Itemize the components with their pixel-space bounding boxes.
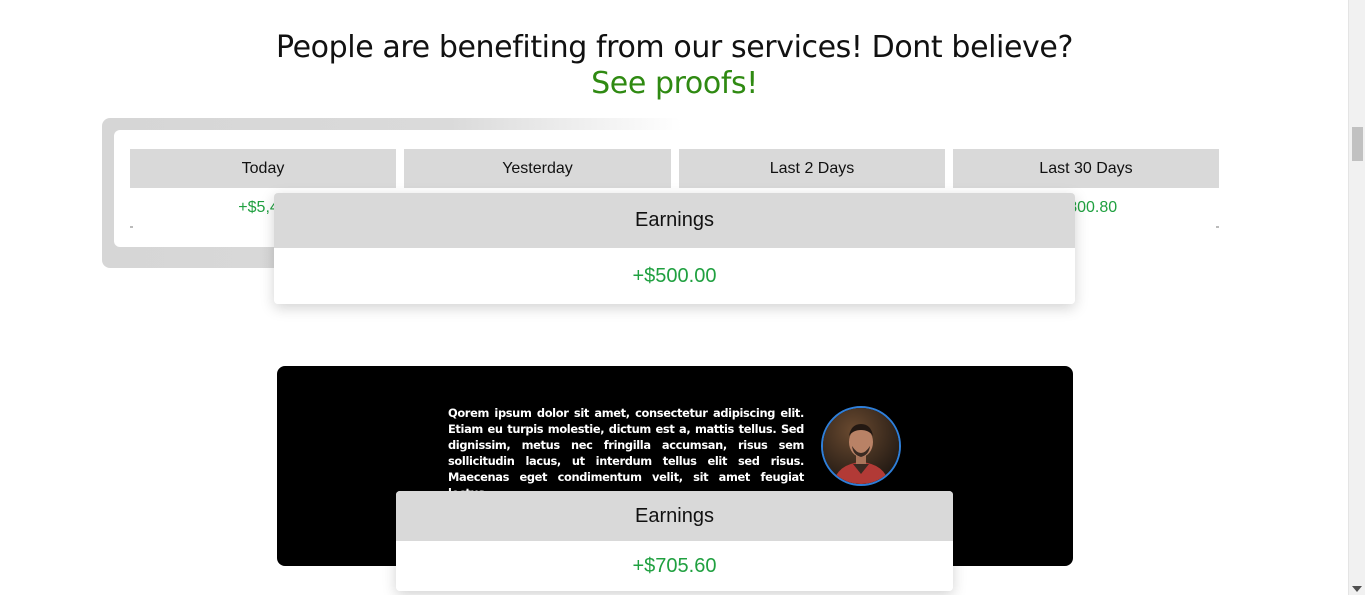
earnings-card-2: Earnings +$705.60: [396, 491, 953, 591]
earnings-card-2-value: +$705.60: [396, 541, 953, 591]
earnings-card-2-label: Earnings: [396, 491, 953, 541]
stats-corner-mark: [130, 226, 133, 228]
stats-header-last-2-days: Last 2 Days: [679, 149, 945, 188]
stats-header-last-30-days: Last 30 Days: [953, 149, 1219, 188]
stats-header-yesterday: Yesterday: [404, 149, 671, 188]
earnings-card-1: Earnings +$500.00: [274, 193, 1075, 304]
earnings-card-1-value: +$500.00: [274, 248, 1075, 304]
testimonial-avatar: [821, 406, 901, 486]
stats-corner-mark: [1216, 226, 1219, 228]
earnings-card-1-label: Earnings: [274, 193, 1075, 248]
page: People are benefiting from our services!…: [0, 0, 1365, 595]
heading-line-1: People are benefiting from our services!…: [276, 30, 1073, 65]
scroll-down-arrow-icon[interactable]: [1352, 586, 1362, 592]
testimonial-text: Qorem ipsum dolor sit amet, consectetur …: [448, 406, 804, 500]
section-heading: People are benefiting from our services!…: [0, 30, 1349, 102]
person-portrait-icon: [823, 408, 899, 484]
scrollbar-thumb[interactable]: [1352, 127, 1363, 161]
heading-line-2-accent: See proofs!: [591, 66, 758, 101]
vertical-scrollbar[interactable]: [1348, 0, 1365, 595]
stats-header-today: Today: [130, 149, 396, 188]
